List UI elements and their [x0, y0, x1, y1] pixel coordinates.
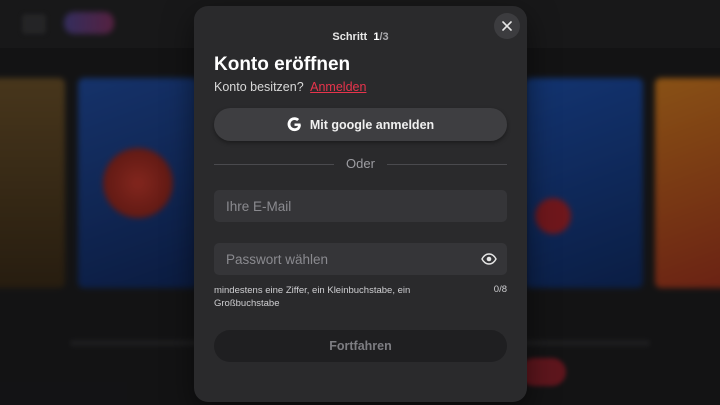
divider-line — [387, 164, 507, 165]
or-divider: Oder — [214, 156, 507, 172]
step-label: Schritt — [332, 31, 368, 43]
eye-icon[interactable] — [481, 252, 497, 266]
continue-button[interactable]: Fortfahren — [214, 330, 507, 362]
password-length-counter: 0/8 — [493, 284, 507, 295]
login-prompt-text: Konto besitzen? — [214, 80, 304, 94]
google-icon — [287, 117, 301, 132]
email-field[interactable] — [214, 190, 507, 222]
close-icon — [502, 21, 512, 31]
continue-button-label: Fortfahren — [329, 339, 392, 353]
google-signin-button[interactable]: Mit google anmelden — [214, 108, 507, 141]
password-field[interactable] — [214, 243, 507, 275]
modal-title: Konto eröffnen — [214, 54, 351, 75]
close-button[interactable] — [494, 13, 520, 39]
registration-modal: Schritt 1/3 Konto eröffnen Konto besitze… — [194, 6, 527, 402]
step-indicator: Schritt 1/3 — [194, 31, 527, 43]
step-total: /3 — [379, 31, 389, 43]
login-prompt: Konto besitzen? Anmelden — [214, 80, 366, 94]
login-link[interactable]: Anmelden — [310, 80, 366, 94]
password-hint: mindestens eine Ziffer, ein Kleinbuchsta… — [214, 285, 411, 309]
google-button-label: Mit google anmelden — [309, 117, 435, 132]
